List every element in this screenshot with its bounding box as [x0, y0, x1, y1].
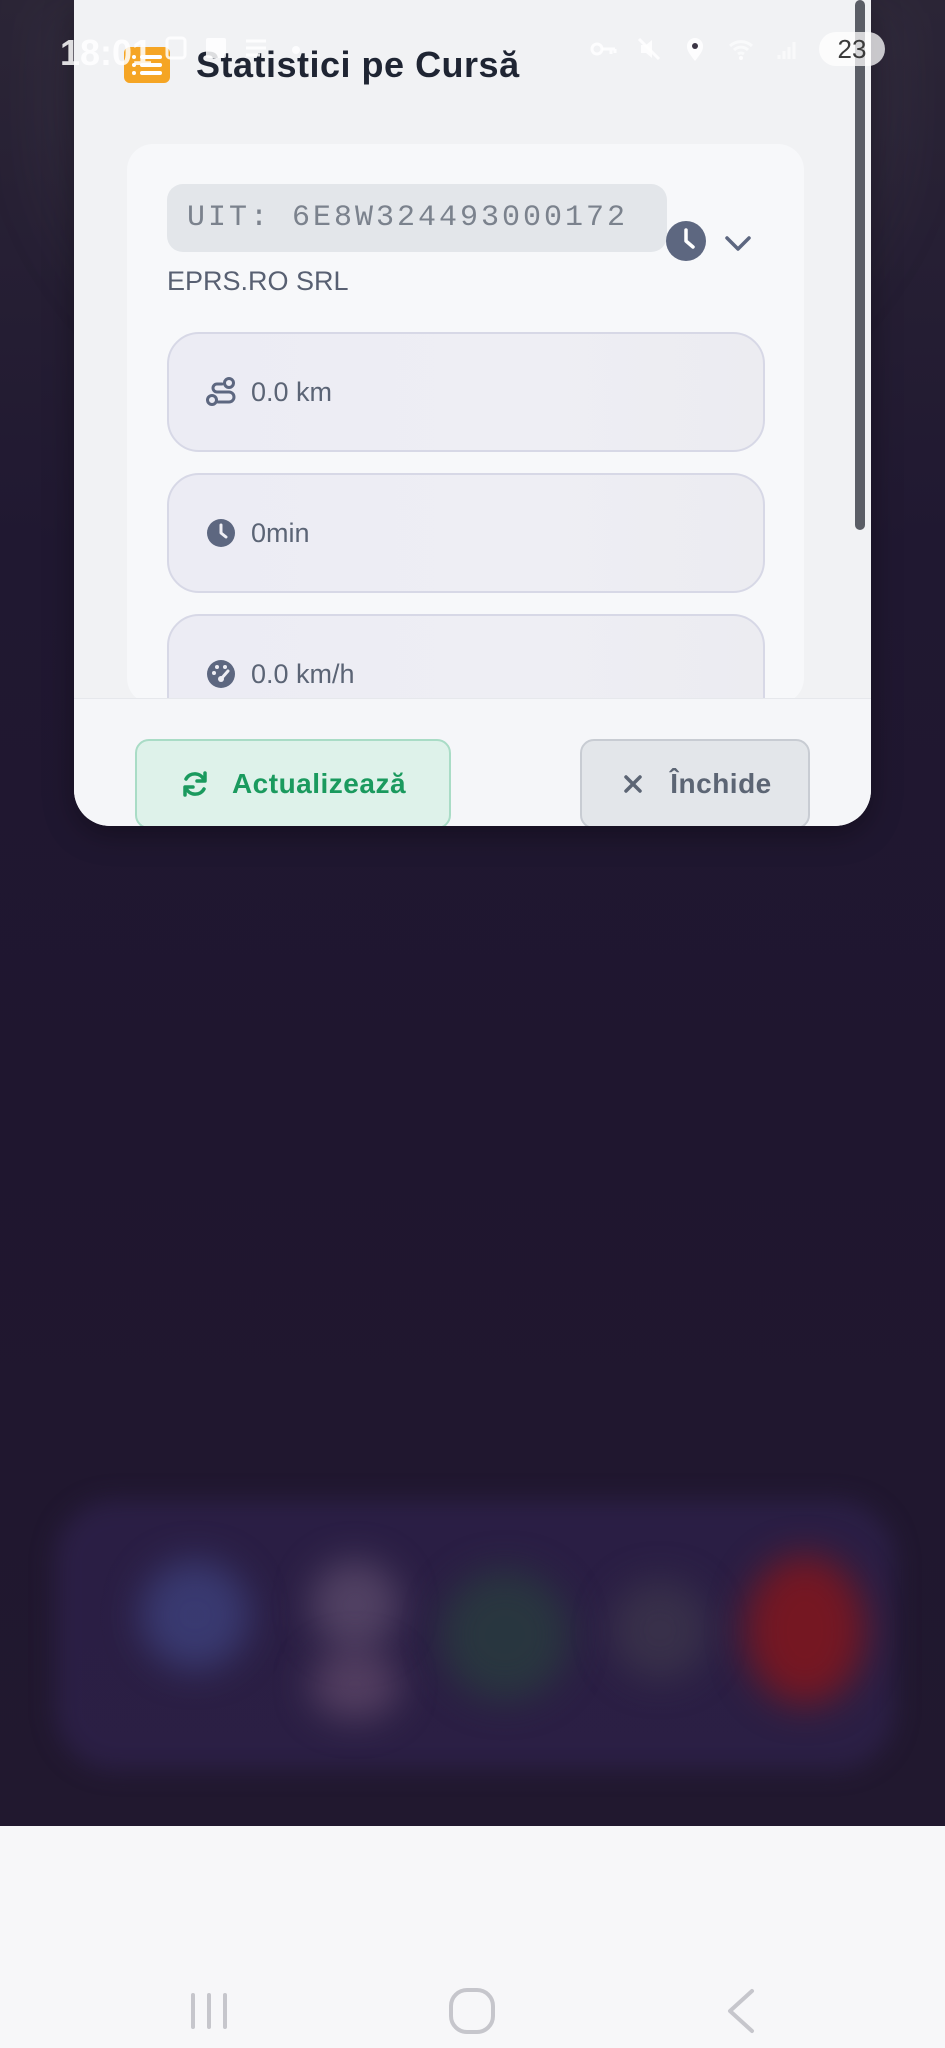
- refresh-button-label: Actualizează: [231, 768, 407, 799]
- speed-value: 0.0 km/h: [251, 658, 355, 689]
- dialog-footer: Actualizează Închide: [74, 698, 871, 826]
- background-blob: [610, 1580, 710, 1680]
- clock-icon: [207, 519, 235, 547]
- back-icon[interactable]: [712, 1981, 772, 2041]
- distance-stat: 0.0 km: [167, 332, 765, 452]
- wifi-icon: [728, 40, 754, 60]
- notification-icons: [162, 34, 310, 62]
- battery-indicator: 23: [819, 32, 885, 66]
- trip-card: UIT: 6E8W324493000172 EPRS.RO SRL 0.0 km…: [127, 144, 804, 734]
- key-icon: [590, 42, 617, 56]
- duration-stat: 0min: [167, 473, 765, 593]
- signal-icon: [777, 42, 796, 59]
- screenshot-icon: [165, 36, 187, 60]
- background-blob: [440, 1570, 570, 1700]
- background-blob: [745, 1555, 865, 1705]
- system-icons: 23: [589, 32, 885, 66]
- location-icon: [687, 38, 703, 61]
- refresh-icon: [183, 771, 207, 797]
- navigation-bar: [0, 1826, 945, 2048]
- speedometer-icon: [207, 660, 235, 688]
- dot-icon: [292, 46, 300, 54]
- background-blob: [310, 1650, 400, 1720]
- clock-icon[interactable]: [665, 220, 707, 262]
- trip-stats-dialog: Statistici pe Cursă UIT: 6E8W32449300017…: [74, 0, 871, 826]
- recent-apps-icon[interactable]: [179, 1981, 239, 2041]
- background-blob: [310, 1560, 400, 1650]
- status-time: 18:01: [60, 32, 153, 73]
- messages-icon: [246, 39, 266, 57]
- close-button[interactable]: Închide: [580, 739, 810, 826]
- distance-value: 0.0 km: [251, 376, 333, 407]
- home-icon[interactable]: [442, 1981, 502, 2041]
- background-blob: [140, 1560, 250, 1670]
- gallery-icon: [206, 38, 226, 58]
- route-icon: [206, 377, 236, 406]
- chevron-down-icon[interactable]: [721, 226, 755, 260]
- status-bar: 18:01 23: [0, 0, 945, 100]
- refresh-button[interactable]: Actualizează: [135, 739, 451, 826]
- uit-code: UIT: 6E8W324493000172: [167, 184, 667, 252]
- close-button-label: Închide: [670, 768, 772, 799]
- mute-icon: [637, 37, 661, 61]
- close-icon: [624, 775, 642, 793]
- company-name: EPRS.RO SRL: [167, 266, 349, 296]
- duration-value: 0min: [251, 517, 310, 548]
